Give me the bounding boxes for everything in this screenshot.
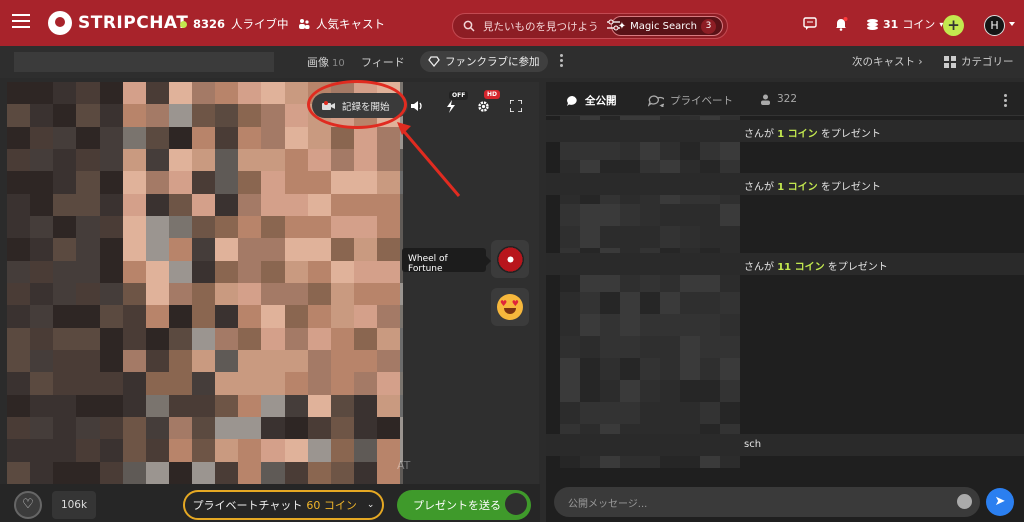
popular-casts-link[interactable]: 人気キャスト bbox=[298, 16, 385, 32]
hd-badge: HD bbox=[484, 90, 501, 99]
like-heart-button[interactable]: ♡ bbox=[14, 491, 42, 519]
private-chat-button[interactable]: プライベートチャット 60 コイン ⌄ bbox=[183, 490, 384, 520]
tab-viewers[interactable]: 322 bbox=[760, 93, 797, 105]
tab-public-label: 全公開 bbox=[585, 95, 617, 107]
reactions-button[interactable] bbox=[491, 288, 529, 326]
gift-joystick-icon bbox=[505, 493, 527, 515]
category-label: カテゴリー bbox=[961, 56, 1014, 68]
send-gift-label: プレゼントを送る bbox=[413, 499, 501, 512]
chat-input-area: 公開メッセージ... ➤ bbox=[546, 480, 1024, 522]
chat-tabs: 全公開 プライベート 322 bbox=[546, 82, 1024, 116]
filter-slider-icon[interactable] bbox=[607, 19, 620, 31]
coins-balance[interactable]: 31 コイン ▾ bbox=[866, 16, 943, 32]
model-info-bar: 画像 10 フィード ファンクラブに参加 次のキャスト › カテゴリー bbox=[0, 46, 1024, 78]
likes-count: 106k bbox=[52, 491, 96, 519]
tab-feed[interactable]: フィード bbox=[361, 54, 405, 70]
chevron-right-icon: › bbox=[918, 56, 923, 68]
magic-search-label: Magic Search bbox=[630, 20, 697, 32]
chat-message-text: さんが 1 コイン をプレゼント bbox=[744, 182, 881, 193]
watermark: AT bbox=[397, 459, 411, 472]
next-cast-button[interactable]: 次のキャスト › bbox=[852, 54, 923, 69]
chat-message: さんが 1 コイン をプレゼント bbox=[546, 173, 1024, 195]
wheel-of-fortune-button[interactable] bbox=[491, 240, 529, 278]
logo-text: STRIPCHAT bbox=[78, 13, 189, 33]
chat-more-options-icon[interactable] bbox=[1004, 94, 1008, 109]
fullscreen-icon[interactable] bbox=[510, 100, 522, 112]
wheel-of-fortune-tooltip: Wheel of Fortune bbox=[402, 248, 491, 274]
coins-amount: 31 bbox=[883, 17, 899, 31]
top-bar: STRIPCHAT 8326 人ライブ中 人気キャスト 見たいものを見つけよう … bbox=[0, 0, 1024, 46]
chevron-down-icon: ⌄ bbox=[366, 500, 375, 510]
more-options-icon[interactable] bbox=[560, 54, 564, 69]
chat-message: sch bbox=[546, 434, 1024, 456]
magic-search-button[interactable]: ✦ Magic Search 3 bbox=[610, 16, 723, 36]
live-dot-icon bbox=[180, 20, 187, 28]
chat-bubble-icon bbox=[567, 95, 577, 106]
heart-eyes-emoji-icon bbox=[497, 294, 523, 320]
live-count-label: 人ライブ中 bbox=[231, 17, 289, 31]
logo-icon bbox=[48, 11, 72, 35]
fanclub-join-button[interactable]: ファンクラブに参加 bbox=[420, 51, 548, 72]
chat-message-text: さんが 11 コイン をプレゼント bbox=[744, 262, 888, 273]
chat-message-input[interactable]: 公開メッセージ... bbox=[554, 487, 980, 517]
send-message-button[interactable]: ➤ bbox=[986, 488, 1014, 516]
chat-messages: さんが 1 コイン をプレゼント さんが 1 コイン をプレゼント さんが 11… bbox=[546, 116, 1024, 480]
tab-private-chat[interactable]: プライベート bbox=[648, 93, 733, 108]
people-icon bbox=[299, 19, 310, 29]
send-gift-button[interactable]: プレゼントを送る bbox=[397, 490, 531, 520]
popular-casts-label: 人気キャスト bbox=[316, 17, 385, 31]
category-button[interactable]: カテゴリー bbox=[944, 54, 1014, 69]
search-bar[interactable]: 見たいものを見つけよう ✦ Magic Search 3 bbox=[452, 13, 728, 39]
emoji-picker-icon[interactable] bbox=[957, 494, 972, 509]
annotation-circle bbox=[307, 80, 407, 129]
user-icon bbox=[761, 94, 770, 105]
tab-private-label: プライベート bbox=[670, 95, 733, 107]
magic-search-count: 3 bbox=[701, 18, 716, 34]
chat-bubbles-icon bbox=[648, 94, 664, 107]
send-arrow-icon: ➤ bbox=[994, 494, 1006, 509]
avatar-chevron-icon[interactable] bbox=[1009, 22, 1015, 26]
heart-icon: ♡ bbox=[22, 497, 34, 512]
settings-gear-icon[interactable] bbox=[477, 100, 490, 113]
chat-message-text: sch bbox=[744, 439, 762, 450]
private-chat-price: 60 コイン bbox=[306, 499, 357, 512]
lightning-off-badge: OFF bbox=[449, 91, 469, 100]
logo[interactable]: STRIPCHAT bbox=[48, 11, 188, 35]
annotation-arrow bbox=[397, 122, 461, 197]
volume-icon[interactable] bbox=[410, 100, 424, 112]
buy-coins-button[interactable]: + bbox=[943, 15, 964, 36]
tab-images-count: 10 bbox=[332, 58, 345, 69]
private-chat-label: プライベートチャット bbox=[192, 499, 303, 512]
grid-icon bbox=[944, 55, 956, 68]
avatar[interactable]: H bbox=[984, 15, 1005, 36]
coins-stack-icon bbox=[867, 19, 878, 30]
viewers-count: 322 bbox=[777, 93, 798, 105]
live-count-number: 8326 bbox=[193, 17, 226, 31]
next-cast-label: 次のキャスト bbox=[852, 56, 915, 68]
model-name-pixelated bbox=[14, 52, 274, 72]
tab-images-label: 画像 bbox=[307, 56, 329, 69]
tab-images[interactable]: 画像 10 bbox=[307, 54, 345, 70]
lightning-icon[interactable] bbox=[446, 100, 456, 113]
chat-message: さんが 1 コイン をプレゼント bbox=[546, 120, 1024, 142]
live-count[interactable]: 8326 人ライブ中 bbox=[180, 16, 289, 32]
tab-public-chat[interactable]: 全公開 bbox=[566, 93, 617, 108]
fanclub-label: ファンクラブに参加 bbox=[445, 56, 540, 68]
notifications-bell-icon[interactable] bbox=[834, 17, 848, 31]
search-icon bbox=[463, 20, 475, 32]
chat-message-text: さんが 1 コイン をプレゼント bbox=[744, 129, 881, 140]
diamond-heart-icon bbox=[428, 56, 440, 67]
menu-icon[interactable] bbox=[12, 14, 30, 28]
wheel-icon bbox=[496, 245, 524, 273]
chat-message: さんが 11 コイン をプレゼント bbox=[546, 253, 1024, 275]
chat-panel: 全公開 プライベート 322 さんが 1 コイン をプレゼント さんが 1 コイ… bbox=[546, 82, 1024, 522]
messages-icon[interactable] bbox=[803, 17, 817, 30]
coins-label: コイン bbox=[902, 18, 936, 31]
